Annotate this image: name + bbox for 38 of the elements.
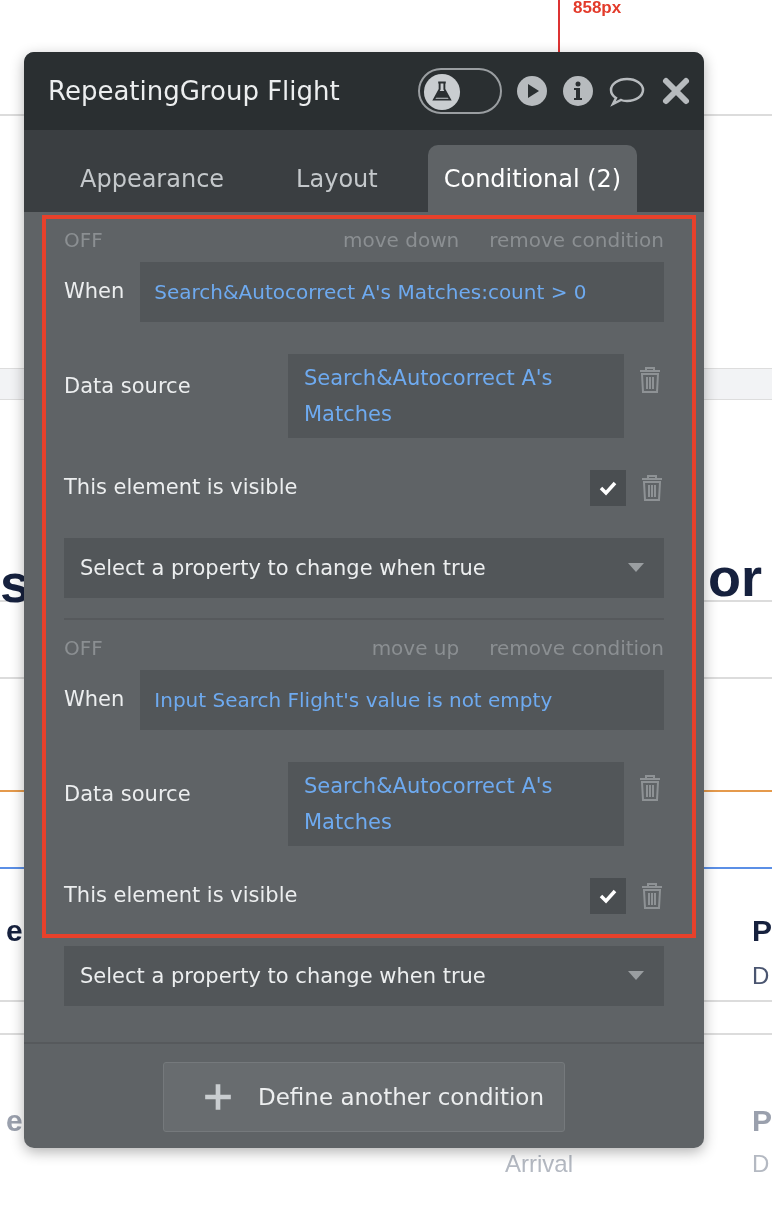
condition-field[interactable]: Input Search Flight's value is not empty: [140, 670, 664, 730]
data-source-field[interactable]: Search&Autocorrect A's Matches: [288, 354, 624, 438]
property-dropdown[interactable]: Select a property to change when true: [64, 538, 664, 598]
measure-line: [558, 0, 560, 52]
when-label: When: [64, 278, 125, 306]
close-icon[interactable]: [660, 75, 692, 107]
checkbox[interactable]: [590, 470, 626, 506]
background-text: or: [708, 546, 762, 608]
caret-icon: [628, 971, 644, 981]
flask-icon: [423, 73, 461, 111]
background-text: D: [752, 1150, 770, 1178]
property-dropdown[interactable]: Select a property to change when true: [64, 946, 664, 1006]
background-text: D: [752, 962, 770, 990]
background-text: P: [752, 914, 772, 948]
condition-field[interactable]: Search&Autocorrect A's Matches:count > 0: [140, 262, 664, 322]
background-text: e: [6, 914, 23, 948]
tab[interactable]: Layout: [274, 145, 400, 212]
play-icon[interactable]: [516, 75, 548, 107]
add-condition-button[interactable]: Define another condition: [163, 1062, 565, 1132]
when-label: When: [64, 686, 125, 714]
measure-label: 858px: [573, 0, 622, 18]
property-label: This element is visible: [64, 882, 298, 910]
info-icon[interactable]: [562, 75, 594, 107]
tab[interactable]: Conditional (2): [427, 145, 638, 212]
panel-title: RepeatingGroup Flight: [48, 76, 341, 106]
property-label: Data source: [64, 373, 192, 400]
background-text: Arrival: [505, 1150, 573, 1178]
data-source-field[interactable]: Search&Autocorrect A's Matches: [288, 762, 624, 846]
plus-icon: [204, 1083, 232, 1111]
background-text: P: [752, 1104, 772, 1138]
caret-icon: [628, 563, 644, 573]
comment-icon[interactable]: [608, 75, 646, 107]
background-text: e: [6, 1104, 23, 1138]
checkbox[interactable]: [590, 878, 626, 914]
property-label: This element is visible: [64, 474, 298, 502]
flask-toggle[interactable]: [418, 68, 502, 114]
tab[interactable]: Appearance: [58, 145, 247, 212]
property-label: Data source: [64, 781, 192, 808]
